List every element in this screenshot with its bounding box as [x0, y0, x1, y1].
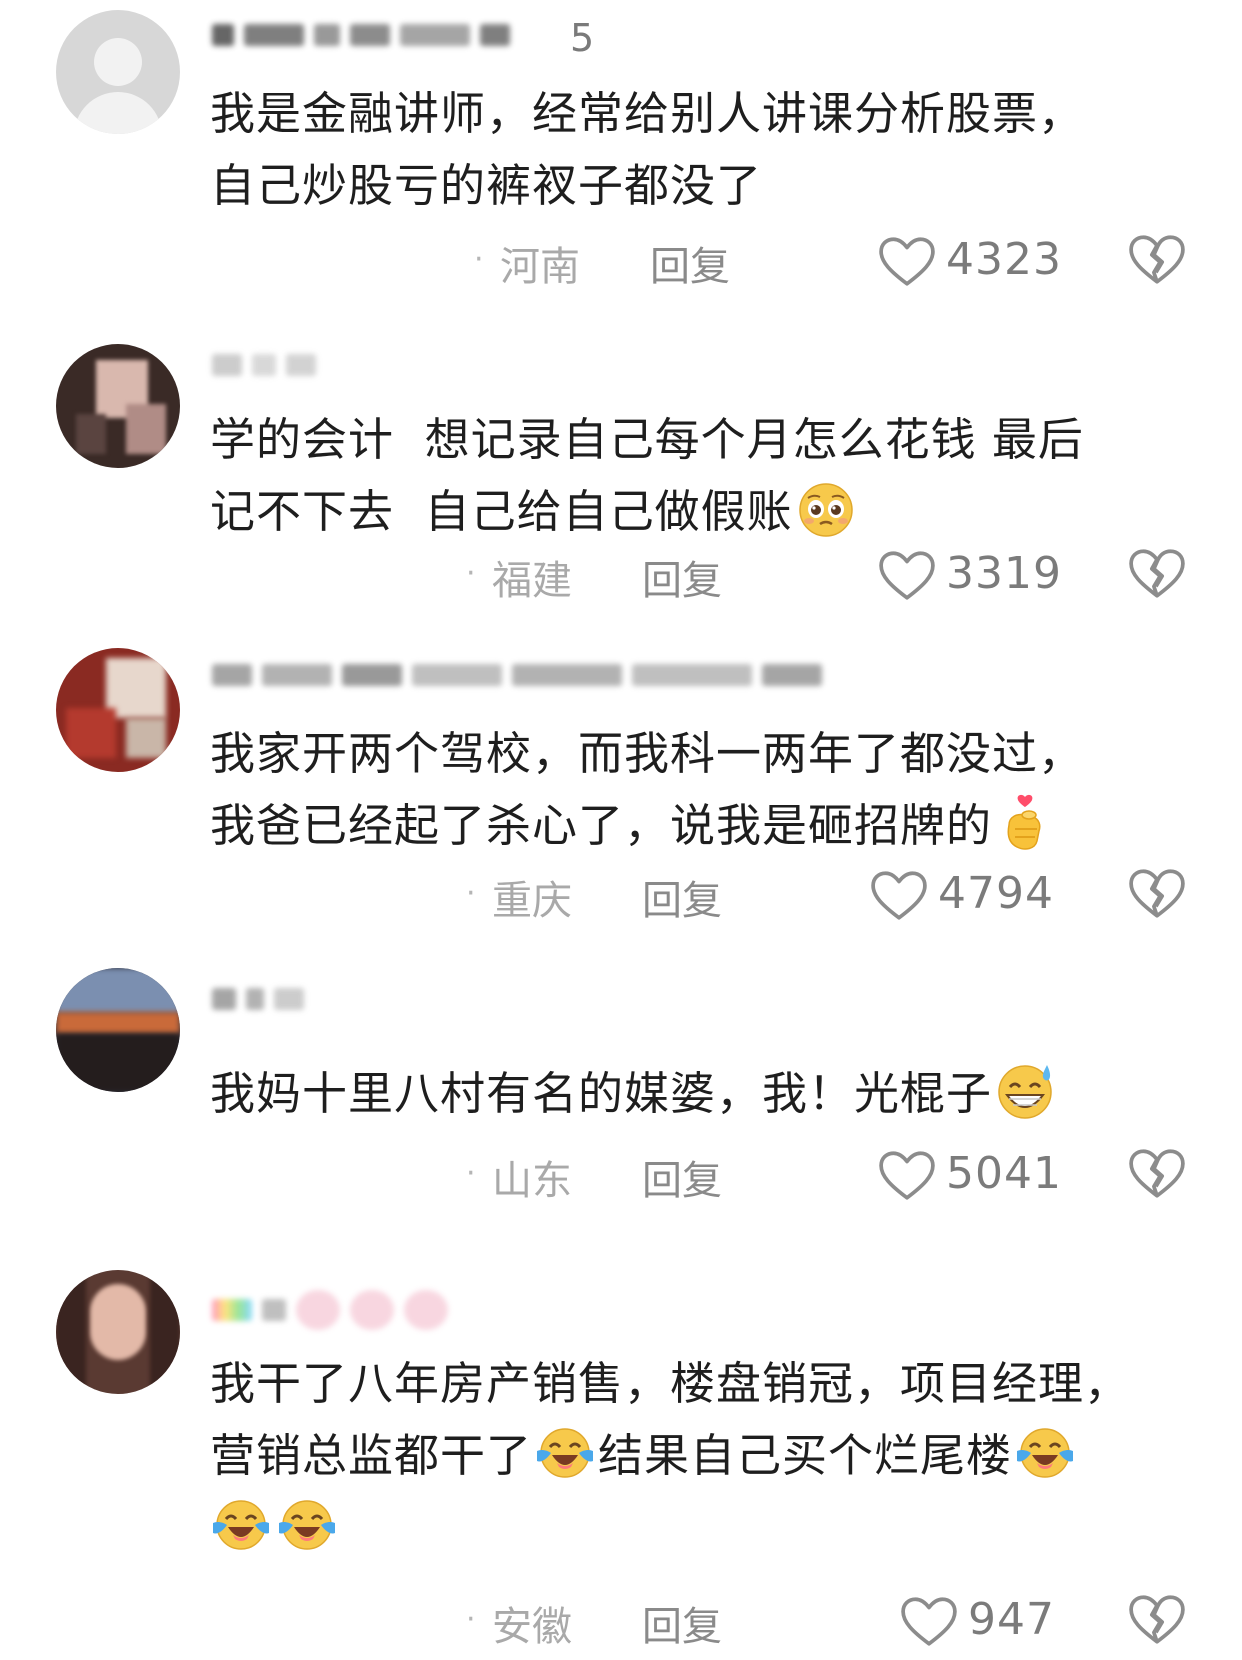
pleading-face-icon [795, 479, 857, 539]
avatar[interactable] [56, 344, 180, 468]
separator-dot: · [474, 242, 484, 277]
heart-icon [870, 870, 928, 922]
comment-text-line2b: 结果自己买个烂尾楼 [598, 1429, 1013, 1482]
username[interactable] [212, 1290, 458, 1330]
grinning-sweat-icon [994, 1061, 1056, 1121]
comment-text: 我家开两个驾校，而我科一两年了都没过， 我爸已经起了杀心了，说我是砸招牌的 [210, 718, 1182, 862]
reply-button[interactable]: 回复 [650, 234, 730, 292]
reply-button[interactable]: 回复 [642, 868, 722, 926]
comment-text-body: 我妈十里八村有名的媒婆，我！光棍子 [210, 1067, 993, 1120]
like-count: 4794 [938, 868, 1054, 919]
reply-button[interactable]: 回复 [642, 1148, 722, 1206]
separator-dot: · [466, 1602, 476, 1637]
comment-text: 我干了八年房产销售，楼盘销冠，项目经理， 营销总监都干了 结果自己买个烂尾楼 [210, 1348, 1202, 1564]
comment-meta: · 河南 回复 4323 [0, 234, 1242, 294]
location: 山东 [492, 1158, 572, 1204]
avatar[interactable] [56, 968, 180, 1092]
location: 福建 [492, 558, 572, 604]
like-count: 5041 [946, 1148, 1062, 1199]
heart-icon [878, 1150, 936, 1202]
username-suffix: 5 [570, 16, 595, 60]
location: 河南 [500, 244, 580, 290]
broken-heart-icon[interactable] [1128, 868, 1186, 920]
comment-text: 学的会计 想记录自己每个月怎么花钱 最后 记不下去 自己给自己做假账 [210, 404, 1182, 548]
like-count: 947 [968, 1594, 1055, 1645]
like-count: 3319 [946, 548, 1062, 599]
comment-text-line1: 我干了八年房产销售，楼盘销冠，项目经理， [210, 1357, 1131, 1410]
like-count: 4323 [946, 234, 1062, 285]
comment-text: 我妈十里八村有名的媒婆，我！光棍子 [210, 1058, 1182, 1130]
broken-heart-icon[interactable] [1128, 1148, 1186, 1200]
reply-button[interactable]: 回复 [642, 1594, 722, 1652]
heart-icon [900, 1596, 958, 1648]
comment-text-line2: 营销总监都干了 [210, 1429, 533, 1482]
comment-meta: · 安徽 回复 947 [0, 1594, 1242, 1654]
crying-laughing-icon [210, 1495, 272, 1555]
avatar[interactable] [56, 10, 180, 134]
avatar[interactable] [56, 648, 180, 772]
comment-meta: · 山东 回复 5041 [0, 1148, 1242, 1208]
heart-icon [878, 550, 936, 602]
avatar[interactable] [56, 1270, 180, 1394]
location: 重庆 [492, 878, 572, 924]
location: 安徽 [492, 1604, 572, 1650]
crying-laughing-icon [276, 1495, 338, 1555]
separator-dot: · [466, 876, 476, 911]
broken-heart-icon[interactable] [1128, 1594, 1186, 1646]
comment-text-body: 我家开两个驾校，而我科一两年了都没过， 我爸已经起了杀心了，说我是砸招牌的 [210, 727, 1085, 852]
reply-button[interactable]: 回复 [642, 548, 722, 606]
username[interactable] [212, 664, 832, 694]
separator-dot: · [466, 556, 476, 591]
comment-text: 我是金融讲师，经常给别人讲课分析股票， 自己炒股亏的裤衩子都没了 [210, 87, 1085, 212]
finger-heart-icon [994, 793, 1056, 853]
username[interactable] [212, 988, 314, 1018]
separator-dot: · [466, 1156, 476, 1191]
comment-meta: · 重庆 回复 4794 [0, 868, 1242, 928]
comment-text-body: 学的会计 想记录自己每个月怎么花钱 最后 记不下去 自己给自己做假账 [210, 413, 1084, 538]
heart-icon [878, 236, 936, 288]
crying-laughing-icon [1014, 1423, 1076, 1483]
broken-heart-icon[interactable] [1128, 548, 1186, 600]
broken-heart-icon[interactable] [1128, 234, 1186, 286]
username[interactable] [212, 354, 326, 384]
crying-laughing-icon [534, 1423, 596, 1483]
comment-meta: · 福建 回复 3319 [0, 548, 1242, 608]
username[interactable] [212, 24, 520, 54]
